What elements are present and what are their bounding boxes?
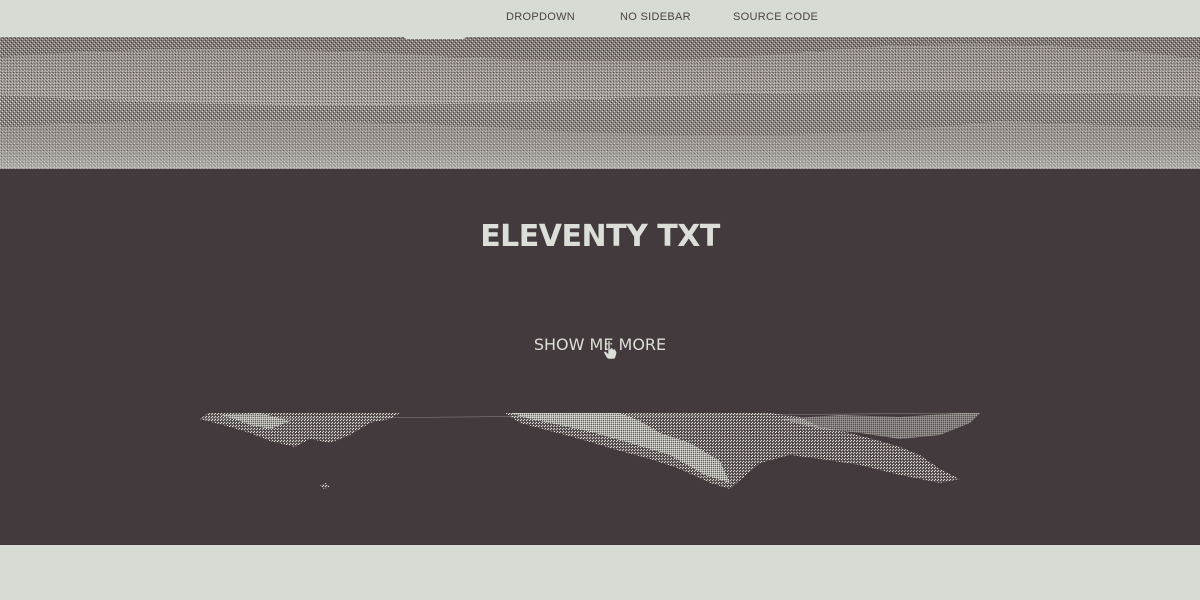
page-footer-band bbox=[0, 545, 1200, 600]
nav-link-dropdown[interactable]: DROPDOWN bbox=[506, 11, 575, 23]
page-title: ELEVENTY TXT bbox=[480, 219, 720, 254]
nav-link-no-sidebar[interactable]: NO SIDEBAR bbox=[620, 11, 691, 23]
show-more-label: SHOW ME MORE bbox=[533, 335, 667, 354]
nav-active-tab-notch bbox=[404, 35, 466, 39]
top-navigation: DROPDOWN NO SIDEBAR SOURCE CODE bbox=[0, 0, 1200, 37]
show-more-button[interactable]: SHOW ME MORE bbox=[0, 335, 1200, 354]
hero-banner: ELEVENTY TXT SHOW ME MORE bbox=[0, 169, 1200, 545]
hero-texture bbox=[0, 37, 1200, 169]
mountain-image bbox=[200, 413, 980, 489]
hand-cursor-icon bbox=[603, 340, 617, 360]
nav-link-source-code[interactable]: SOURCE CODE bbox=[733, 11, 818, 23]
hero-image bbox=[0, 37, 1200, 169]
